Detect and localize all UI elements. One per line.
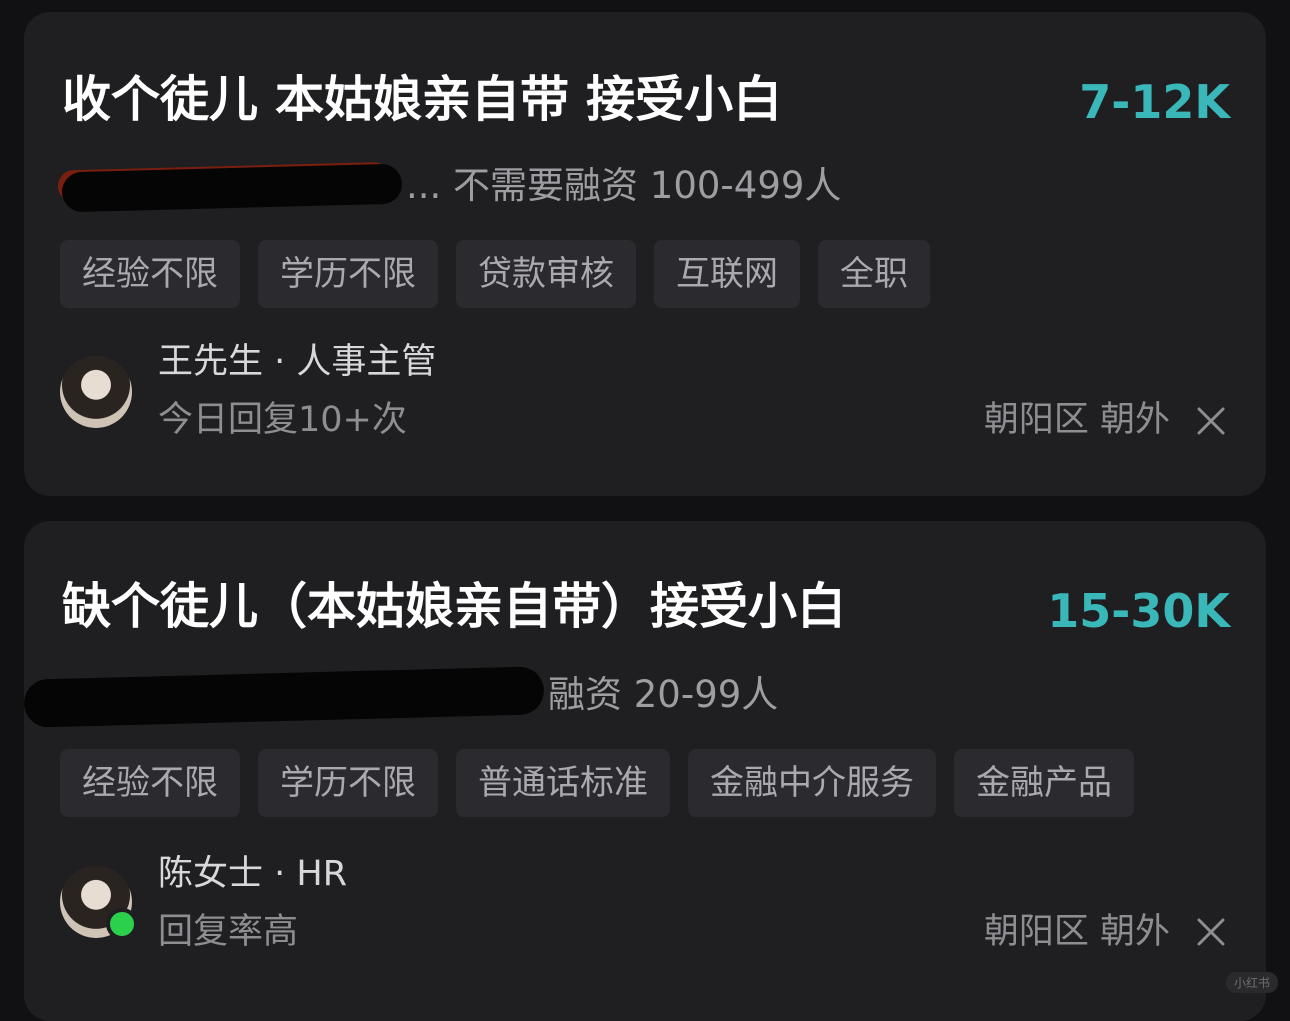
job-location: 朝阳区 朝外: [984, 398, 1170, 442]
job-location: 朝阳区 朝外: [984, 910, 1170, 954]
company-info: ... 不需要融资 100-499人: [62, 160, 841, 212]
recruiter-name: 陈女士 · HR: [158, 852, 347, 896]
job-title: 缺个徒儿（本姑娘亲自带）接受小白: [62, 577, 846, 637]
job-tags: 经验不限 学历不限 普通话标准 金融中介服务 金融产品: [60, 749, 1134, 817]
company-details: ... 不需要融资 100-499人: [406, 164, 841, 207]
salary-range: 15-30K: [1047, 583, 1230, 639]
job-tags: 经验不限 学历不限 贷款审核 互联网 全职: [60, 240, 930, 308]
redacted-scribble: [23, 666, 544, 728]
watermark: 小红书: [1226, 972, 1278, 993]
job-tag: 金融中介服务: [688, 749, 936, 817]
company-details: 融资 20-99人: [548, 673, 778, 716]
job-title: 收个徒儿 本姑娘亲自带 接受小白: [62, 70, 782, 130]
recruiter-name: 王先生 · 人事主管: [158, 340, 436, 384]
online-indicator: [106, 908, 138, 940]
job-card[interactable]: 收个徒儿 本姑娘亲自带 接受小白 7-12K ... 不需要融资 100-499…: [24, 12, 1266, 496]
job-tag: 互联网: [654, 240, 800, 308]
reply-status: 回复率高: [158, 910, 298, 954]
job-tag: 学历不限: [258, 749, 438, 817]
job-tag: 普通话标准: [456, 749, 670, 817]
recruiter-avatar[interactable]: [60, 866, 132, 938]
close-icon[interactable]: [1194, 404, 1228, 438]
job-tag: 经验不限: [60, 749, 240, 817]
recruiter-avatar[interactable]: [60, 356, 132, 428]
reply-status: 今日回复10+次: [158, 398, 407, 442]
company-info: 融资 20-99人: [24, 669, 778, 721]
job-card[interactable]: 缺个徒儿（本姑娘亲自带）接受小白 15-30K 融资 20-99人 经验不限 学…: [24, 521, 1266, 1021]
close-icon[interactable]: [1194, 915, 1228, 949]
salary-range: 7-12K: [1079, 74, 1230, 130]
job-tag: 金融产品: [954, 749, 1134, 817]
redacted-scribble: [62, 163, 403, 212]
job-tag: 贷款审核: [456, 240, 636, 308]
job-tag: 经验不限: [60, 240, 240, 308]
job-tag: 全职: [818, 240, 930, 308]
job-tag: 学历不限: [258, 240, 438, 308]
